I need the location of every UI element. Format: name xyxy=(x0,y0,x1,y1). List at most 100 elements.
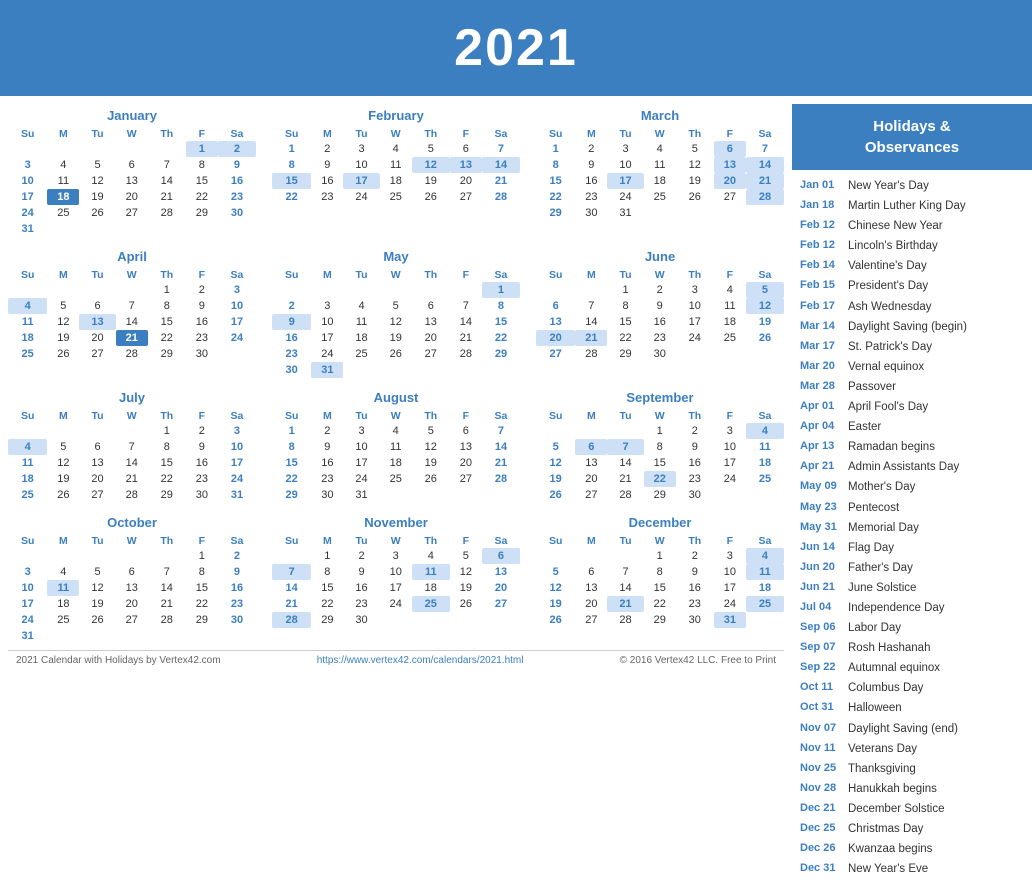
cal-day: 19 xyxy=(47,330,79,346)
holiday-name: Lincoln's Birthday xyxy=(848,238,938,254)
cal-day: 23 xyxy=(311,189,343,205)
day-header: Su xyxy=(272,409,311,423)
cal-day: 15 xyxy=(272,455,311,471)
cal-day: 23 xyxy=(575,189,607,205)
month-december: DecemberSuMTuWThFSa123456789101112131415… xyxy=(536,515,784,644)
cal-day: 13 xyxy=(412,314,450,330)
cal-day: 23 xyxy=(272,346,311,362)
cal-day: 2 xyxy=(186,423,218,439)
day-header: W xyxy=(644,534,676,548)
cal-day xyxy=(116,423,148,439)
cal-day: 5 xyxy=(79,564,115,580)
cal-table: SuMTuWThFSa12345678910111213141516171819… xyxy=(536,268,784,362)
cal-day xyxy=(412,612,450,628)
holiday-name: Martin Luther King Day xyxy=(848,198,966,214)
cal-day: 11 xyxy=(746,564,784,580)
cal-day: 9 xyxy=(186,439,218,455)
cal-day: 15 xyxy=(607,314,643,330)
month-title: August xyxy=(272,390,520,405)
holiday-name: Daylight Saving (end) xyxy=(848,721,958,737)
cal-day: 4 xyxy=(343,298,379,314)
cal-day xyxy=(148,141,186,157)
cal-day: 3 xyxy=(343,141,379,157)
footer-left: 2021 Calendar with Holidays by Vertex42.… xyxy=(16,655,221,666)
cal-day: 4 xyxy=(412,548,450,564)
cal-day: 7 xyxy=(482,141,520,157)
cal-day: 28 xyxy=(746,189,784,205)
cal-day: 26 xyxy=(79,612,115,628)
cal-day xyxy=(450,487,482,503)
cal-day: 19 xyxy=(676,173,714,189)
cal-day: 11 xyxy=(8,455,47,471)
day-header: Tu xyxy=(343,268,379,282)
holiday-name: Ramadan begins xyxy=(848,439,935,455)
cal-day: 1 xyxy=(186,141,218,157)
cal-day: 4 xyxy=(8,439,47,455)
cal-day: 12 xyxy=(47,455,79,471)
holiday-date: Jun 14 xyxy=(800,540,842,556)
holiday-date: Feb 14 xyxy=(800,258,842,274)
cal-day: 14 xyxy=(148,173,186,189)
cal-day: 23 xyxy=(343,596,379,612)
cal-day: 19 xyxy=(746,314,784,330)
cal-day: 20 xyxy=(450,455,482,471)
cal-day: 10 xyxy=(676,298,714,314)
month-january: JanuarySuMTuWThFSa1234567891011121314151… xyxy=(8,108,256,237)
cal-day xyxy=(644,205,676,221)
cal-day: 11 xyxy=(343,314,379,330)
holiday-name: Chinese New Year xyxy=(848,218,943,234)
cal-table: SuMTuWThFSa12345678910111213141516171819… xyxy=(272,127,520,205)
cal-day: 24 xyxy=(218,471,256,487)
cal-day: 8 xyxy=(482,298,520,314)
day-header: Th xyxy=(412,409,450,423)
cal-day: 16 xyxy=(186,314,218,330)
cal-day xyxy=(482,487,520,503)
cal-day: 19 xyxy=(79,596,115,612)
cal-day: 25 xyxy=(746,471,784,487)
holiday-item: Jan 18Martin Luther King Day xyxy=(800,196,1024,216)
day-header: Sa xyxy=(482,268,520,282)
cal-day: 14 xyxy=(607,580,643,596)
day-header: M xyxy=(47,409,79,423)
holiday-name: Autumnal equinox xyxy=(848,660,940,676)
cal-day xyxy=(412,362,450,378)
cal-day: 3 xyxy=(8,157,47,173)
cal-day: 8 xyxy=(607,298,643,314)
cal-day: 8 xyxy=(148,298,186,314)
cal-day: 15 xyxy=(148,314,186,330)
cal-day: 18 xyxy=(380,455,412,471)
holiday-item: Jun 20Father's Day xyxy=(800,558,1024,578)
cal-day: 26 xyxy=(380,346,412,362)
cal-day: 20 xyxy=(536,330,575,346)
holiday-name: Hanukkah begins xyxy=(848,781,937,797)
cal-day: 14 xyxy=(148,580,186,596)
cal-day: 25 xyxy=(746,596,784,612)
cal-day: 26 xyxy=(536,487,575,503)
cal-day xyxy=(272,548,311,564)
day-header: M xyxy=(47,268,79,282)
cal-day: 6 xyxy=(412,298,450,314)
cal-day: 27 xyxy=(116,205,148,221)
cal-day: 31 xyxy=(8,628,47,644)
cal-day: 8 xyxy=(644,439,676,455)
holiday-item: Jun 14Flag Day xyxy=(800,538,1024,558)
holiday-item: Sep 22Autumnal equinox xyxy=(800,658,1024,678)
day-header: F xyxy=(186,127,218,141)
cal-day: 4 xyxy=(47,564,79,580)
month-title: October xyxy=(8,515,256,530)
holiday-date: Feb 15 xyxy=(800,278,842,294)
months-grid: JanuarySuMTuWThFSa1234567891011121314151… xyxy=(8,108,784,644)
holiday-name: Father's Day xyxy=(848,560,913,576)
holiday-name: Pentecost xyxy=(848,500,899,516)
cal-day xyxy=(536,282,575,298)
holiday-item: Dec 21December Solstice xyxy=(800,799,1024,819)
holiday-item: Jul 04Independence Day xyxy=(800,598,1024,618)
cal-day: 19 xyxy=(412,455,450,471)
cal-day: 12 xyxy=(412,439,450,455)
cal-day: 12 xyxy=(676,157,714,173)
cal-day: 3 xyxy=(8,564,47,580)
day-header: Tu xyxy=(607,268,643,282)
day-header: M xyxy=(575,534,607,548)
day-header: Tu xyxy=(79,534,115,548)
cal-day: 29 xyxy=(644,612,676,628)
